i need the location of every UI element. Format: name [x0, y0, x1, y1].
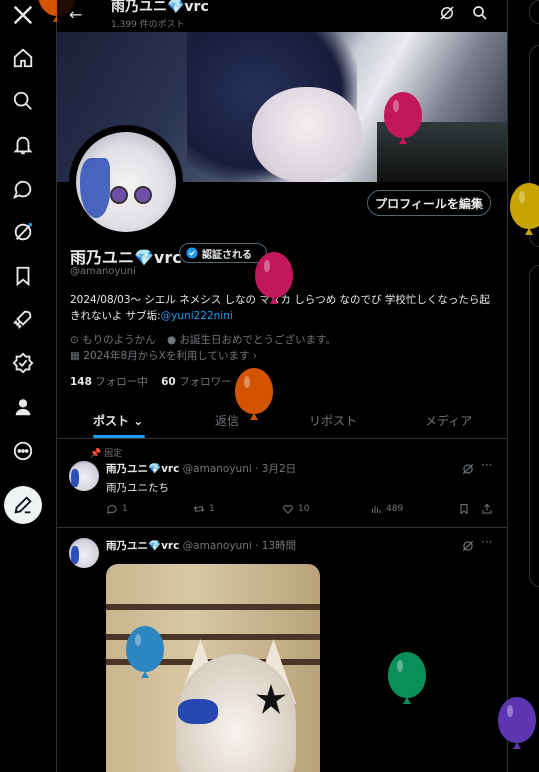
chevron-down-icon: ⌄	[133, 414, 144, 428]
chevron-right-icon: ›	[252, 350, 258, 362]
reply-count: 1	[122, 504, 128, 514]
following-label: フォロー中	[95, 376, 148, 388]
post-avatar[interactable]	[69, 538, 99, 568]
x-logo-icon[interactable]	[11, 3, 35, 27]
post-text: 雨乃ユニたち	[106, 482, 169, 494]
profile-name: 雨乃ユニ💎vrc	[70, 248, 182, 267]
verified-icon[interactable]	[11, 351, 35, 375]
post-handle-time: @amanoyuni · 13時間	[182, 540, 297, 552]
more-horizontal-icon[interactable]: ···	[481, 535, 495, 549]
post-header: 雨乃ユニ💎vrc @amanoyuni · 3月2日	[106, 461, 296, 476]
profile-location: もりのようかん	[82, 334, 156, 346]
profile-icon[interactable]	[11, 395, 35, 419]
follow-stats: 148 フォロー中 60 フォロワー	[70, 374, 232, 389]
reply-button[interactable]: 1	[106, 503, 128, 515]
post-author-name[interactable]: 雨乃ユニ💎vrc	[106, 463, 179, 475]
pinned-label: 📌 固定	[90, 449, 123, 459]
profile-tabs: ポスト ⌄ 返信 リポスト メディア	[57, 402, 507, 439]
views-icon	[372, 506, 381, 513]
like-button[interactable]: 10	[282, 503, 309, 515]
bell-icon[interactable]	[11, 133, 35, 157]
left-nav-rail	[0, 0, 56, 772]
active-tab-indicator	[93, 435, 145, 438]
views-count: 489	[386, 504, 404, 514]
grok-icon[interactable]	[438, 4, 456, 22]
grok-icon[interactable]	[461, 462, 475, 476]
following-count: 148	[70, 376, 92, 388]
tab-posts[interactable]: ポスト ⌄	[93, 412, 143, 429]
balloon-decoration	[255, 252, 293, 298]
followers-count: 60	[161, 376, 176, 388]
bio-text: 2024/08/03～ シエル ネメシス しなの マヌカ しらつめ なのでび 学…	[70, 294, 490, 322]
profile-joined-row[interactable]: ▦ 2024年8月からXを利用しています ›	[70, 348, 257, 363]
profile-birthday: お誕生日おめでとうございます。	[179, 334, 336, 346]
verified-badge-icon	[186, 247, 198, 259]
balloon-decoration	[498, 697, 536, 743]
search-icon[interactable]	[471, 4, 489, 22]
reply-icon	[107, 504, 117, 515]
profile-joined: 2024年8月からXを利用しています	[83, 350, 250, 362]
edit-profile-button[interactable]: プロフィールを編集	[367, 190, 491, 216]
bookmark-icon	[460, 504, 468, 515]
tab-media[interactable]: メディア	[425, 412, 472, 429]
balloon-decoration	[510, 183, 539, 229]
more-horizontal-icon[interactable]: ···	[481, 458, 495, 472]
back-arrow-icon[interactable]: ←	[69, 5, 82, 24]
header-post-count: 1,399 件のポスト	[111, 20, 185, 30]
post-author-name[interactable]: 雨乃ユニ💎vrc	[106, 540, 179, 552]
followers-label: フォロワー	[179, 376, 232, 388]
tab-reposts[interactable]: リポスト	[309, 412, 357, 429]
balloon-decoration	[388, 652, 426, 698]
grok-icon[interactable]	[461, 539, 475, 553]
calendar-icon: ▦	[70, 350, 80, 362]
balloon-decoration	[235, 368, 273, 414]
like-icon	[283, 504, 293, 514]
right-search-box[interactable]	[529, 0, 539, 24]
rocket-icon[interactable]	[11, 307, 35, 331]
share-icon	[482, 503, 492, 514]
right-panel-card	[529, 265, 539, 587]
compose-icon	[14, 496, 32, 514]
birthday-icon: ●	[167, 334, 177, 346]
location-icon: ⊙	[70, 334, 79, 346]
bio-link[interactable]: @yuni222nini	[161, 310, 233, 322]
get-verified-button[interactable]: 認証される	[179, 243, 267, 263]
home-icon[interactable]	[11, 46, 35, 70]
profile-header-bar: ← 雨乃ユニ💎vrc 1,399 件のポスト	[57, 0, 507, 32]
views-button[interactable]: 489	[370, 503, 403, 515]
followers-link[interactable]: 60 フォロワー	[161, 376, 231, 388]
get-verified-label: 認証される	[202, 249, 252, 261]
tab-replies[interactable]: 返信	[215, 412, 239, 429]
bookmark-icon[interactable]	[11, 264, 35, 288]
profile-bio: 2024/08/03～ シエル ネメシス しなの マヌカ しらつめ なのでび 学…	[70, 292, 500, 324]
message-icon[interactable]	[11, 177, 35, 201]
profile-meta-row: ⊙ もりのようかん ● お誕生日おめでとうございます。	[70, 332, 336, 347]
post-avatar[interactable]	[69, 461, 99, 491]
post-handle-time: @amanoyuni · 3月2日	[182, 463, 297, 475]
balloon-decoration	[384, 92, 422, 138]
pin-icon: 📌	[90, 449, 102, 459]
bookmark-button[interactable]	[458, 503, 470, 515]
grok-icon[interactable]	[11, 220, 35, 244]
compose-button[interactable]	[4, 486, 42, 524]
search-icon[interactable]	[11, 89, 35, 113]
profile-handle: @amanoyuni	[70, 266, 136, 277]
repost-button[interactable]: 1	[193, 503, 215, 515]
more-icon[interactable]	[11, 439, 35, 463]
share-button[interactable]	[481, 503, 493, 515]
balloon-decoration	[126, 626, 164, 672]
repost-icon	[193, 506, 205, 512]
profile-avatar[interactable]	[69, 125, 183, 239]
like-count: 10	[298, 504, 310, 514]
post-header: 雨乃ユニ💎vrc @amanoyuni · 13時間	[106, 538, 296, 553]
profile-column: ← 雨乃ユニ💎vrc 1,399 件のポスト プロフィールを編集 雨乃ユニ💎vr…	[56, 0, 508, 772]
header-profile-name: 雨乃ユニ💎vrc	[111, 0, 209, 15]
repost-count: 1	[209, 504, 215, 514]
post-item[interactable]: 📌 固定 雨乃ユニ💎vrc @amanoyuni · 3月2日 ··· 雨乃ユニ…	[57, 439, 507, 528]
following-link[interactable]: 148 フォロー中	[70, 376, 148, 388]
